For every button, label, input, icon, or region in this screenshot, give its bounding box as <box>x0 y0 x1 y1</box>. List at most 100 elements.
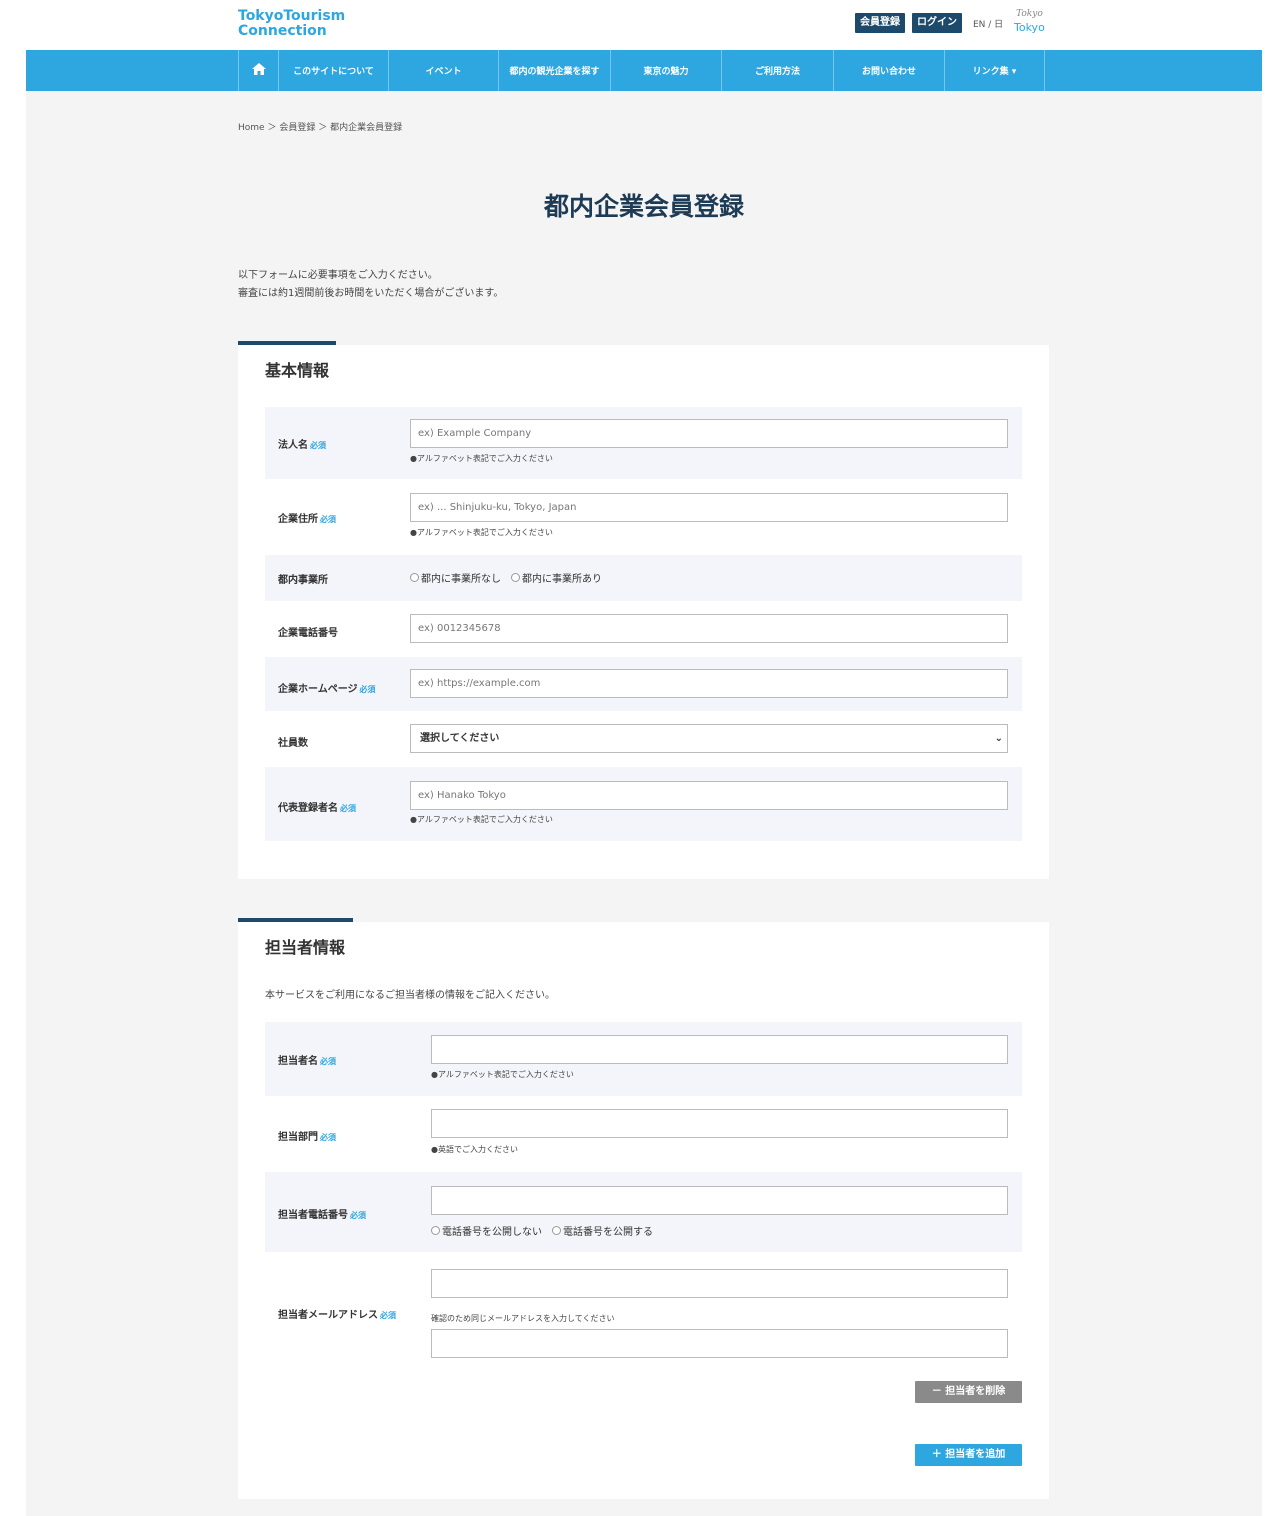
nav-item-search-companies[interactable]: 都内の観光企業を探す <box>499 50 611 91</box>
logo-line2: Connection <box>238 23 327 39</box>
main-content: Home ＞ 会員登録 ＞ 都内企業会員登録 都内企業会員登録 以下フォームに必… <box>26 91 1262 1516</box>
breadcrumb-separator: ＞ <box>318 123 328 133</box>
company-homepage-label-text: 企業ホームページ <box>278 684 358 695</box>
breadcrumb-home[interactable]: Home <box>238 123 265 133</box>
contact-department-note: ●英語でご入力ください <box>431 1145 518 1154</box>
intro-line2: 審査には約1週間前後お時間をいただく場合がございます。 <box>238 288 504 299</box>
radio-phone-private[interactable] <box>431 1226 440 1235</box>
basic-info-card: 基本情報 法人名 必須 ex) Example Company ●アルファベット表… <box>238 341 1049 879</box>
contact-department-row: 担当部門 必須 ●英語でご入力ください <box>265 1096 1022 1172</box>
login-button[interactable]: ログイン <box>912 13 962 33</box>
nav-item-about[interactable]: このサイトについて <box>279 50 389 91</box>
required-badge: 必須 <box>340 804 356 813</box>
card-accent-bar <box>238 918 353 922</box>
contact-phone-label: 担当者電話番号 必須 <box>278 1206 366 1221</box>
nav-item-contact[interactable]: お問い合わせ <box>834 50 945 91</box>
employees-label: 社員数 <box>278 738 308 749</box>
required-badge: 必須 <box>320 1057 336 1066</box>
company-homepage-input[interactable]: ex) https://example.com <box>410 669 1008 698</box>
page-title: 都内企業会員登録 <box>543 192 744 221</box>
tokyo-office-radios: 都内に事業所なし 都内に事業所あり <box>410 570 612 585</box>
site-logo[interactable]: TokyoTourism Connection <box>238 9 345 39</box>
company-address-input[interactable]: ex) ... Shinjuku-ku, Tokyo, Japan <box>410 493 1008 522</box>
basic-info-title: 基本情報 <box>265 361 330 380</box>
contact-info-title: 担当者情報 <box>265 938 346 957</box>
employees-select-value: 選択してください <box>420 733 500 744</box>
contact-department-label-text: 担当部門 <box>278 1132 318 1143</box>
contact-email-confirm-input[interactable] <box>431 1329 1008 1358</box>
contact-email-confirm-note: 確認のため同じメールアドレスを入力してください <box>431 1314 615 1323</box>
company-name-label: 法人名 必須 <box>278 436 326 451</box>
company-name-row: 法人名 必須 ex) Example Company ●アルファベット表記でご入力… <box>265 407 1022 479</box>
intro-text: 以下フォームに必要事項をご入力ください。 審査には約1週間前後お時間をいただく場… <box>238 267 503 303</box>
radio-no-office[interactable] <box>410 573 419 582</box>
breadcrumb: Home ＞ 会員登録 ＞ 都内企業会員登録 <box>238 120 402 133</box>
breadcrumb-separator: ＞ <box>267 123 277 133</box>
representative-input[interactable]: ex) Hanako Tokyo <box>410 781 1008 810</box>
contact-name-row: 担当者名 必須 ●アルファベット表記でご入力ください <box>265 1022 1022 1096</box>
company-homepage-row: 企業ホームページ 必須 ex) https://example.com <box>265 657 1022 711</box>
nav-item-tokyo-appeal[interactable]: 東京の魅力 <box>611 50 722 91</box>
required-badge: 必須 <box>320 515 336 524</box>
tokyo-logo-text: Tokyo <box>1014 21 1045 34</box>
company-phone-input[interactable]: ex) 0012345678 <box>410 614 1008 643</box>
nav-home[interactable] <box>239 50 279 91</box>
radio-has-office[interactable] <box>511 573 520 582</box>
contact-email-label: 担当者メールアドレス 必須 <box>278 1306 396 1321</box>
minus-icon: － <box>931 1386 946 1397</box>
add-contact-button[interactable]: ＋ 担当者を追加 <box>915 1444 1022 1466</box>
register-button[interactable]: 会員登録 <box>855 13 905 33</box>
main-nav: このサイトについて イベント 都内の観光企業を探す 東京の魅力 ご利用方法 お問… <box>26 50 1262 91</box>
representative-note: ●アルファベット表記でご入力ください <box>410 815 553 824</box>
delete-contact-button[interactable]: － 担当者を削除 <box>915 1381 1022 1403</box>
contact-info-card: 担当者情報 本サービスをご利用になるご担当者様の情報をご記入ください。 担当者名… <box>238 918 1049 1499</box>
contact-name-label-text: 担当者名 <box>278 1056 318 1067</box>
card-accent-bar <box>238 341 336 345</box>
company-phone-label: 企業電話番号 <box>278 628 338 639</box>
nav-items: このサイトについて イベント 都内の観光企業を探す 東京の魅力 ご利用方法 お問… <box>238 50 1045 91</box>
contact-phone-input[interactable] <box>431 1186 1008 1215</box>
radio-phone-public[interactable] <box>552 1226 561 1235</box>
contact-email-input[interactable] <box>431 1269 1008 1298</box>
required-badge: 必須 <box>320 1133 336 1142</box>
contact-email-label-text: 担当者メールアドレス <box>278 1310 378 1321</box>
radio-phone-public-label[interactable]: 電話番号を公開する <box>563 1223 653 1238</box>
company-phone-row: 企業電話番号 ex) 0012345678 <box>265 601 1022 657</box>
breadcrumb-member-registration[interactable]: 会員登録 <box>279 123 315 133</box>
intro-line1: 以下フォームに必要事項をご入力ください。 <box>238 270 438 281</box>
tokyo-office-label: 都内事業所 <box>278 575 328 586</box>
employees-select[interactable]: 選択してください ⌄ <box>410 724 1008 753</box>
plus-icon: ＋ <box>931 1449 946 1460</box>
company-address-row: 企業住所 必須 ex) ... Shinjuku-ku, Tokyo, Japan… <box>265 479 1022 555</box>
representative-label-text: 代表登録者名 <box>278 803 338 814</box>
required-badge: 必須 <box>380 1311 396 1320</box>
tokyo-logo[interactable]: Tokyo Tokyo <box>1014 8 1045 34</box>
contact-name-input[interactable] <box>431 1035 1008 1064</box>
tokyo-office-row: 都内事業所 都内に事業所なし 都内に事業所あり <box>265 555 1022 601</box>
contact-name-label: 担当者名 必須 <box>278 1052 336 1067</box>
language-switch[interactable]: EN / 日 <box>973 17 1003 30</box>
nav-item-events[interactable]: イベント <box>389 50 499 91</box>
company-address-note: ●アルファベット表記でご入力ください <box>410 528 553 537</box>
contact-department-input[interactable] <box>431 1109 1008 1138</box>
company-homepage-label: 企業ホームページ 必須 <box>278 680 376 695</box>
company-name-note: ●アルファベット表記でご入力ください <box>410 454 553 463</box>
add-contact-label: 担当者を追加 <box>945 1449 1006 1460</box>
site-header: TokyoTourism Connection 会員登録 ログイン EN / 日… <box>0 0 1281 50</box>
radio-no-office-label[interactable]: 都内に事業所なし <box>421 570 501 585</box>
delete-contact-label: 担当者を削除 <box>945 1386 1006 1397</box>
home-icon <box>251 63 266 78</box>
contact-name-note: ●アルファベット表記でご入力ください <box>431 1070 574 1079</box>
radio-has-office-label[interactable]: 都内に事業所あり <box>522 570 602 585</box>
radio-phone-private-label[interactable]: 電話番号を公開しない <box>442 1223 542 1238</box>
nav-item-links[interactable]: リンク集 ▾ <box>945 50 1045 91</box>
contact-department-label: 担当部門 必須 <box>278 1128 336 1143</box>
company-name-input[interactable]: ex) Example Company <box>410 419 1008 448</box>
representative-label: 代表登録者名 必須 <box>278 799 356 814</box>
required-badge: 必須 <box>350 1211 366 1220</box>
employees-row: 社員数 選択してください ⌄ <box>265 711 1022 767</box>
nav-item-how-to-use[interactable]: ご利用方法 <box>722 50 834 91</box>
representative-row: 代表登録者名 必須 ex) Hanako Tokyo ●アルファベット表記でご入力… <box>265 767 1022 841</box>
contact-phone-label-text: 担当者電話番号 <box>278 1210 348 1221</box>
page: TokyoTourism Connection 会員登録 ログイン EN / 日… <box>0 0 1281 1516</box>
